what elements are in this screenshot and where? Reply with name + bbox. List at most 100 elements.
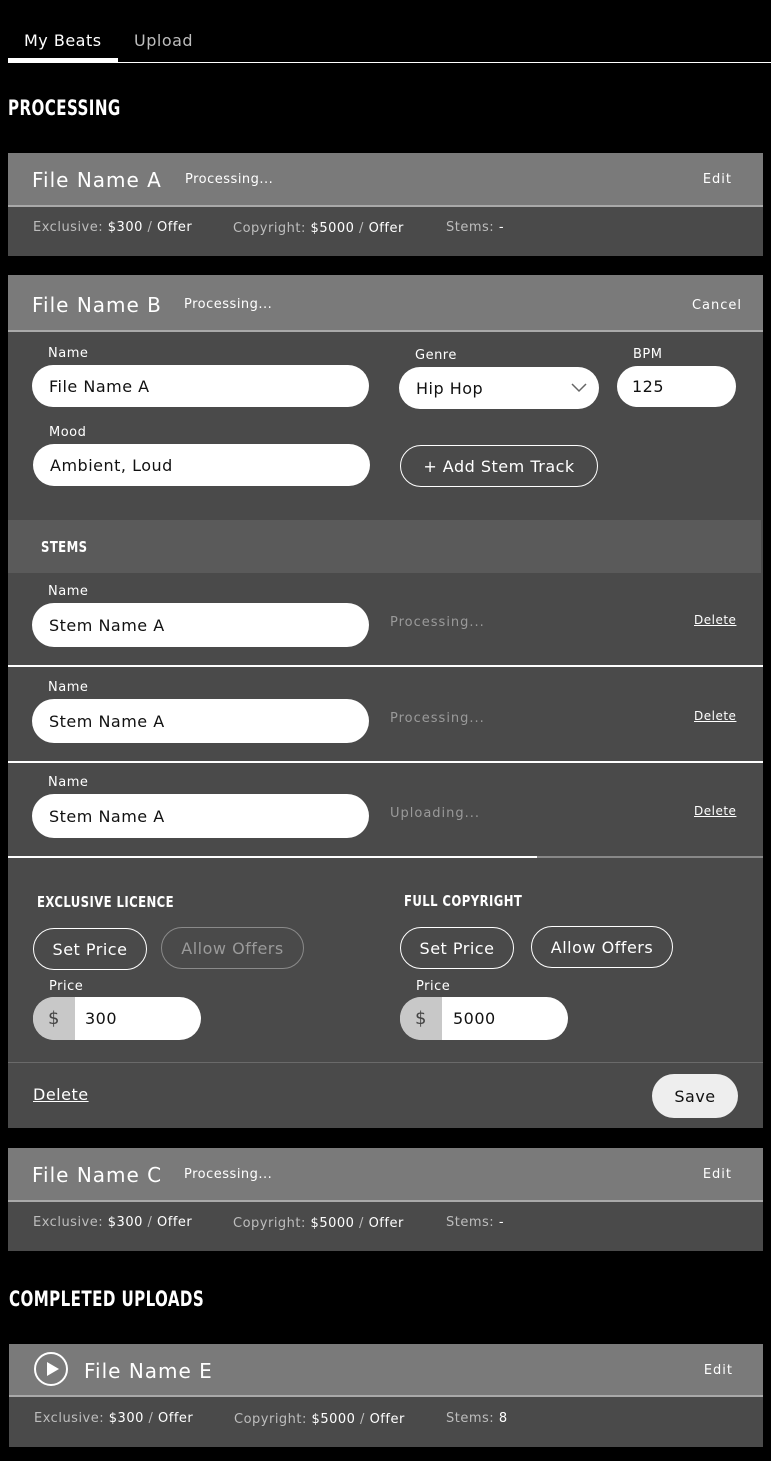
chevron-down-icon xyxy=(571,383,587,393)
copyright-meta: Copyright: $5000 / Offer xyxy=(233,1216,404,1231)
stems-meta: Stems: 8 xyxy=(446,1411,508,1426)
beat-card-header-e: File Name E Edit xyxy=(9,1344,763,1397)
offer-text: Offer xyxy=(368,1216,404,1231)
beat-file-name: File Name B xyxy=(32,293,162,317)
genre-value: Hip Hop xyxy=(416,378,484,398)
stem-delete-button[interactable]: Delete xyxy=(694,804,736,818)
beat-card-meta-a: Exclusive: $300 / Offer Copyright: $5000… xyxy=(8,207,763,256)
stem-divider xyxy=(8,665,763,667)
offer-text: Offer xyxy=(157,220,193,235)
panel-footer-divider xyxy=(8,1062,763,1063)
copyright-label: Copyright: xyxy=(233,1216,306,1231)
full-copyright-title: FULL COPYRIGHT xyxy=(404,892,523,910)
processing-section-title: PROCESSING xyxy=(8,96,121,120)
stem-upload-progress-track xyxy=(8,856,763,858)
edit-button[interactable]: Edit xyxy=(703,172,732,187)
stems-header: STEMS xyxy=(8,520,761,573)
add-stem-track-button[interactable]: + Add Stem Track xyxy=(400,445,598,487)
stems-label: Stems: xyxy=(446,220,495,235)
stems-count: 8 xyxy=(498,1411,508,1426)
delete-beat-button[interactable]: Delete xyxy=(33,1085,89,1104)
exclusive-price: $300 xyxy=(107,1215,143,1230)
exclusive-label: Exclusive: xyxy=(33,220,104,235)
exclusive-price: $300 xyxy=(107,220,143,235)
mood-label: Mood xyxy=(49,425,87,440)
exclusive-set-price-button[interactable]: Set Price xyxy=(33,928,147,970)
beat-file-name: File Name C xyxy=(32,1163,163,1187)
stem-upload-progress-fill xyxy=(8,856,537,858)
offer-separator: / xyxy=(359,1216,364,1231)
name-input[interactable]: File Name A xyxy=(32,365,369,407)
offer-text: Offer xyxy=(158,1411,194,1426)
cancel-button[interactable]: Cancel xyxy=(692,298,742,313)
offer-text: Offer xyxy=(157,1215,193,1230)
tab-my-beats[interactable]: My Beats xyxy=(24,31,102,50)
stems-label: Stems: xyxy=(446,1411,495,1426)
stem-status: Processing... xyxy=(390,711,485,726)
beat-card-header-a: File Name A Processing... Edit xyxy=(8,153,763,207)
copyright-price-label: Price xyxy=(416,979,451,994)
copyright-price-input[interactable]: $ 5000 xyxy=(400,997,568,1040)
beat-card-header-b: File Name B Processing... Cancel xyxy=(8,275,763,332)
beat-status: Processing... xyxy=(184,297,273,312)
copyright-price: $5000 xyxy=(311,1412,356,1427)
stems-meta: Stems: - xyxy=(446,220,504,235)
copyright-label: Copyright: xyxy=(233,221,306,236)
stem-name-input[interactable]: Stem Name A xyxy=(32,699,369,743)
stem-name-input[interactable]: Stem Name A xyxy=(32,603,369,647)
offer-text: Offer xyxy=(368,221,404,236)
completed-section-title: COMPLETED UPLOADS xyxy=(9,1287,205,1311)
save-button[interactable]: Save xyxy=(652,1074,738,1118)
genre-select[interactable]: Hip Hop xyxy=(399,367,599,409)
copyright-set-price-button[interactable]: Set Price xyxy=(400,927,514,969)
stem-status: Uploading... xyxy=(390,806,481,821)
offer-separator: / xyxy=(147,1215,153,1230)
exclusive-price-label: Price xyxy=(49,979,84,994)
bpm-label: BPM xyxy=(633,347,663,362)
exclusive-price-input[interactable]: $ 300 xyxy=(33,997,201,1040)
beat-file-name: File Name E xyxy=(84,1359,213,1383)
exclusive-meta: Exclusive: $300 / Offer xyxy=(33,1215,192,1230)
edit-button[interactable]: Edit xyxy=(704,1363,733,1378)
stem-delete-button[interactable]: Delete xyxy=(694,709,736,723)
beat-status: Processing... xyxy=(185,172,274,187)
stems-count: - xyxy=(498,1215,505,1230)
exclusive-allow-offers-button[interactable]: Allow Offers xyxy=(161,927,304,969)
tab-upload[interactable]: Upload xyxy=(134,31,193,50)
beat-card-meta-c: Exclusive: $300 / Offer Copyright: $5000… xyxy=(8,1202,763,1251)
play-icon xyxy=(47,1362,59,1376)
offer-separator: / xyxy=(148,1411,154,1426)
copyright-price: $5000 xyxy=(310,221,355,236)
bpm-input[interactable]: 125 xyxy=(617,366,736,407)
dollar-icon: $ xyxy=(33,997,75,1040)
exclusive-licence-title: EXCLUSIVE LICENCE xyxy=(37,893,175,911)
beat-status: Processing... xyxy=(184,1167,273,1182)
stems-meta: Stems: - xyxy=(446,1215,504,1230)
dollar-icon: $ xyxy=(400,997,442,1040)
stem-name-input[interactable]: Stem Name A xyxy=(32,794,369,838)
tabs-divider xyxy=(8,62,771,63)
edit-button[interactable]: Edit xyxy=(703,1167,732,1182)
stem-divider xyxy=(8,761,763,763)
copyright-label: Copyright: xyxy=(234,1412,307,1427)
play-button[interactable] xyxy=(34,1352,68,1386)
mood-input[interactable]: Ambient, Loud xyxy=(33,444,370,486)
copyright-allow-offers-button[interactable]: Allow Offers xyxy=(531,926,673,968)
stem-name-label: Name xyxy=(48,775,89,790)
stems-label: Stems: xyxy=(446,1215,495,1230)
stem-name-label: Name xyxy=(48,680,89,695)
stems-count: - xyxy=(498,220,505,235)
copyright-price-value: 5000 xyxy=(453,1009,496,1028)
stem-name-label: Name xyxy=(48,584,89,599)
offer-text: Offer xyxy=(369,1412,405,1427)
exclusive-price: $300 xyxy=(108,1411,144,1426)
exclusive-price-value: 300 xyxy=(85,1009,118,1028)
exclusive-label: Exclusive: xyxy=(33,1215,104,1230)
copyright-meta: Copyright: $5000 / Offer xyxy=(234,1412,405,1427)
stems-title: STEMS xyxy=(41,538,88,556)
offer-separator: / xyxy=(147,220,153,235)
stem-delete-button[interactable]: Delete xyxy=(694,613,736,627)
offer-separator: / xyxy=(360,1412,365,1427)
exclusive-meta: Exclusive: $300 / Offer xyxy=(34,1411,193,1426)
copyright-price: $5000 xyxy=(310,1216,355,1231)
